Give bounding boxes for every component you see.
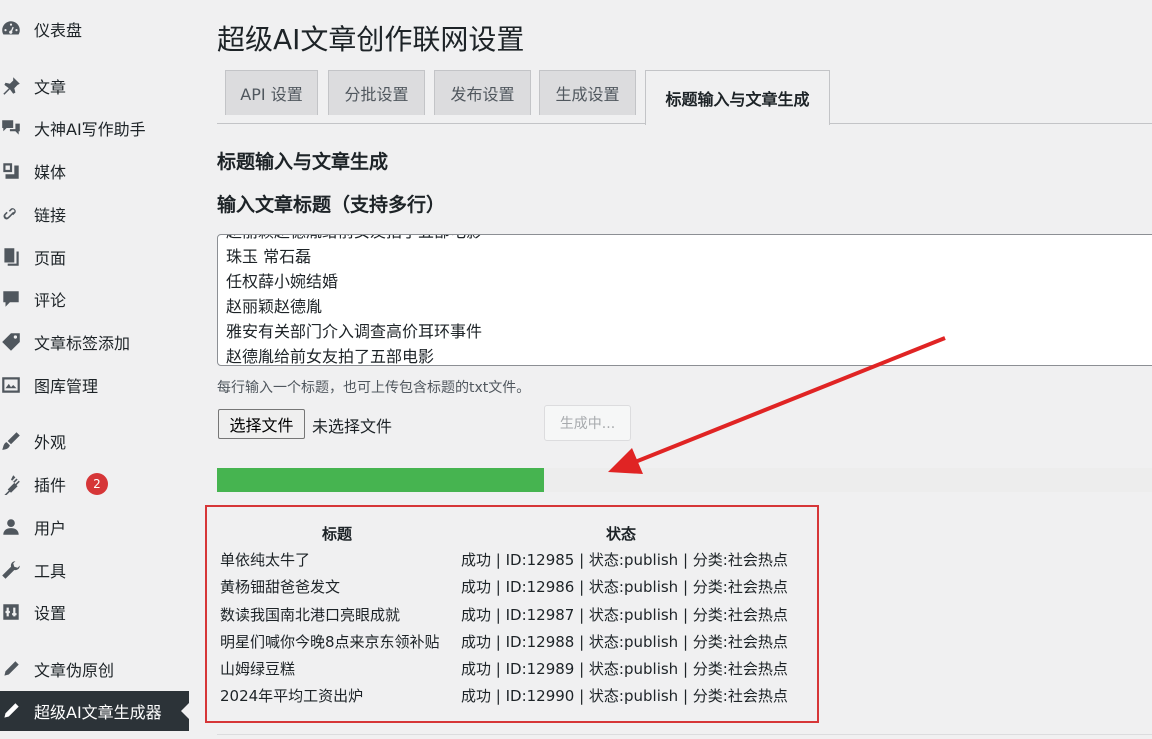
settings-tabs: API 设置 分批设置 发布设置 生成设置 标题输入与文章生成 [217, 70, 1152, 125]
row-title: 山姆绿豆糕 [220, 660, 296, 678]
sidebar-item-label: 仪表盘 [34, 21, 83, 40]
textarea-line: 赵德胤给前女友拍了五部电影 [226, 347, 435, 366]
sidebar-item-ai-generator[interactable]: 超级AI文章生成器 [0, 691, 189, 731]
dashboard-icon [0, 16, 24, 42]
sidebar-item-posts[interactable]: 文章 [0, 66, 189, 106]
sidebar-item-label: 插件 [34, 476, 67, 495]
tab-generate-settings[interactable]: 生成设置 [539, 70, 636, 115]
user-icon [0, 514, 24, 540]
textarea-line: 珠玉 常石磊 [226, 247, 312, 266]
sidebar-item-label: 大神AI写作助手 [34, 120, 146, 139]
plugin-icon [0, 471, 24, 497]
tag-icon [0, 329, 24, 355]
help-text: 每行输入一个标题，也可上传包含标题的txt文件。 [217, 380, 531, 396]
row-status: 成功 | ID:12986 | 状态:publish | 分类:社会热点 [461, 578, 788, 596]
sidebar-item-label: 图库管理 [34, 377, 99, 396]
page-title: 超级AI文章创作联网设置 [217, 23, 525, 56]
edit-icon [0, 698, 24, 724]
link-icon [0, 201, 24, 227]
results-header-title: 标题 [322, 525, 353, 543]
table-row: 2024年平均工资出炉 成功 | ID:12990 | 状态:publish |… [220, 685, 810, 712]
tab-api-settings[interactable]: API 设置 [225, 70, 318, 115]
choose-file-button[interactable]: 选择文件 [218, 409, 305, 439]
sidebar-item-plugins[interactable]: 插件 2 [0, 464, 189, 504]
row-status: 成功 | ID:12989 | 状态:publish | 分类:社会热点 [461, 660, 788, 678]
row-title: 2024年平均工资出炉 [220, 687, 364, 705]
comments-icon [0, 115, 24, 141]
sidebar-item-label: 媒体 [34, 163, 67, 182]
divider [217, 734, 1152, 735]
sidebar-item-media[interactable]: 媒体 [0, 151, 189, 191]
titles-input-label: 输入文章标题（支持多行） [217, 194, 446, 216]
sidebar-item-label: 设置 [34, 604, 67, 623]
sidebar-item-pages[interactable]: 页面 [0, 237, 189, 277]
edit-icon [0, 656, 24, 682]
sidebar-item-dashboard[interactable]: 仪表盘 [0, 9, 189, 49]
sidebar-item-label: 文章伪原创 [34, 661, 115, 680]
media-icon [0, 158, 24, 184]
generate-button[interactable]: 生成中... [544, 405, 631, 441]
sidebar-item-links[interactable]: 链接 [0, 194, 189, 234]
sidebar-item-settings[interactable]: 设置 [0, 592, 189, 632]
results-header-status: 状态 [606, 525, 637, 543]
row-title: 明星们喊你今晚8点来京东领补贴 [220, 633, 440, 651]
progress-bar [217, 468, 1152, 492]
row-title: 单依纯太牛了 [220, 551, 311, 569]
sidebar-item-label: 评论 [34, 291, 67, 310]
row-status: 成功 | ID:12987 | 状态:publish | 分类:社会热点 [461, 606, 788, 624]
brush-icon [0, 428, 24, 454]
sidebar-item-users[interactable]: 用户 [0, 507, 189, 547]
sidebar-item-label: 外观 [34, 433, 67, 452]
sidebar-item-label: 文章标签添加 [34, 334, 131, 353]
row-title: 黄杨钿甜爸爸发文 [220, 578, 341, 596]
table-row: 数读我国南北港口亮眼成就 成功 | ID:12987 | 状态:publish … [220, 604, 810, 631]
sidebar-item-label: 超级AI文章生成器 [34, 703, 162, 722]
sidebar-item-appearance[interactable]: 外观 [0, 421, 189, 461]
settings-icon [0, 599, 24, 625]
row-title: 数读我国南北港口亮眼成就 [220, 606, 401, 624]
sidebar-item-label: 工具 [34, 562, 67, 581]
sidebar-item-gallery[interactable]: 图库管理 [0, 365, 189, 405]
sidebar-item-comments[interactable]: 评论 [0, 279, 189, 319]
comment-icon [0, 286, 24, 312]
admin-sidebar: 仪表盘 文章 大神AI写作助手 媒体 链接 页面 评论 文章标签添加 图库管理 … [0, 0, 189, 739]
sidebar-item-label: 文章 [34, 78, 67, 97]
progress-fill [217, 468, 544, 492]
sidebar-item-tags[interactable]: 文章标签添加 [0, 322, 189, 362]
tab-batch-settings[interactable]: 分批设置 [328, 70, 425, 115]
textarea-line: 赵丽颖赵德胤给前女友拍了五部电影 [226, 235, 1152, 244]
sidebar-item-label: 页面 [34, 249, 67, 268]
sidebar-item-label: 用户 [34, 519, 67, 538]
tab-title-input[interactable]: 标题输入与文章生成 [645, 70, 830, 125]
table-row: 黄杨钿甜爸爸发文 成功 | ID:12986 | 状态:publish | 分类… [220, 576, 810, 603]
textarea-line: 雅安有关部门介入调查高价耳环事件 [226, 322, 483, 341]
titles-textarea[interactable]: 赵丽颖赵德胤给前女友拍了五部电影 珠玉 常石磊 任权薛小婉结婚 赵丽颖赵德胤 雅… [217, 234, 1152, 366]
sidebar-item-rewrite[interactable]: 文章伪原创 [0, 649, 189, 689]
textarea-line: 任权薛小婉结婚 [226, 272, 339, 291]
row-status: 成功 | ID:12990 | 状态:publish | 分类:社会热点 [461, 687, 788, 705]
sidebar-item-ai-assistant[interactable]: 大神AI写作助手 [0, 108, 189, 148]
textarea-line: 赵丽颖赵德胤 [226, 297, 323, 316]
sidebar-item-tools[interactable]: 工具 [0, 550, 189, 590]
table-row: 明星们喊你今晚8点来京东领补贴 成功 | ID:12988 | 状态:publi… [220, 631, 810, 658]
page-icon [0, 244, 24, 270]
gallery-icon [0, 372, 24, 398]
table-row: 山姆绿豆糕 成功 | ID:12989 | 状态:publish | 分类:社会… [220, 658, 810, 685]
section-heading: 标题输入与文章生成 [217, 151, 389, 173]
wrench-icon [0, 557, 24, 583]
table-row: 单依纯太牛了 成功 | ID:12985 | 状态:publish | 分类:社… [220, 549, 810, 576]
row-status: 成功 | ID:12985 | 状态:publish | 分类:社会热点 [461, 551, 788, 569]
sidebar-item-label: 链接 [34, 206, 67, 225]
pin-icon [0, 73, 24, 99]
file-status-text: 未选择文件 [312, 417, 393, 436]
update-count-badge: 2 [86, 473, 108, 495]
tab-publish-settings[interactable]: 发布设置 [434, 70, 531, 115]
row-status: 成功 | ID:12988 | 状态:publish | 分类:社会热点 [461, 633, 788, 651]
